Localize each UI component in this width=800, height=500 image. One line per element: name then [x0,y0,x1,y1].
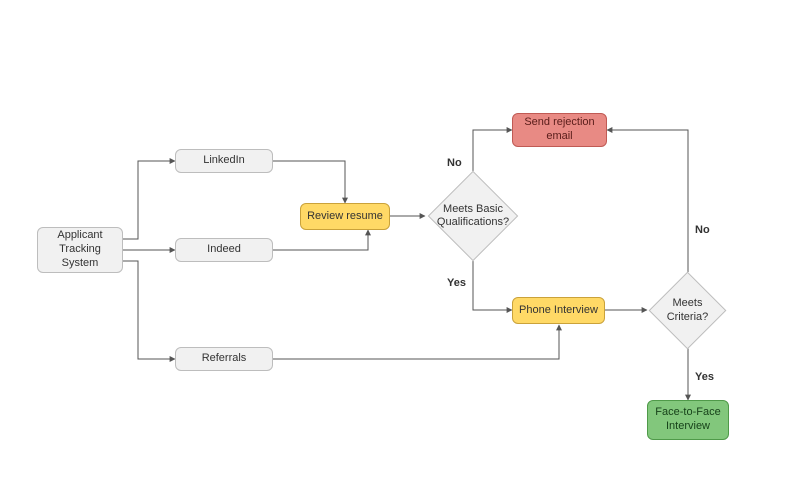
decision-label: Meets Basic Qualifications? [441,184,505,248]
edge-label-criteria-yes: Yes [695,371,714,383]
decision-label: Meets Criteria? [660,283,715,338]
node-referrals: Referrals [175,347,273,371]
decision-meets-basic-qualifications: Meets Basic Qualifications? [441,184,505,248]
node-face-to-face: Face-to-Face Interview [647,400,729,440]
node-ats: Applicant Tracking System [37,227,123,273]
decision-meets-criteria: Meets Criteria? [660,283,715,338]
edge-label-criteria-no: No [695,224,710,236]
edge-label-quals-no: No [447,157,462,169]
flowchart-canvas: Applicant Tracking System LinkedIn Indee… [0,0,800,500]
node-linkedin: LinkedIn [175,149,273,173]
edge-label-quals-yes: Yes [447,277,466,289]
node-phone-interview: Phone Interview [512,297,605,324]
node-indeed: Indeed [175,238,273,262]
node-review-resume: Review resume [300,203,390,230]
node-send-rejection: Send rejection email [512,113,607,147]
